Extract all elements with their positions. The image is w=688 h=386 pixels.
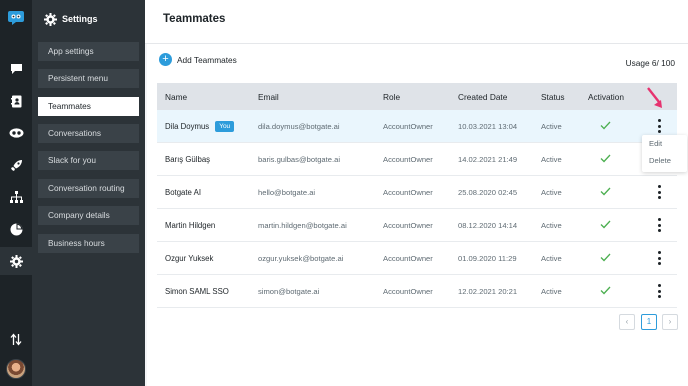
pointer-arrow-icon bbox=[647, 87, 662, 108]
check-icon bbox=[600, 121, 611, 129]
row-email: ozgur.yuksek@botgate.ai bbox=[258, 253, 344, 263]
row-created-date: 12.02.2021 20:21 bbox=[458, 286, 518, 296]
header-role: Role bbox=[383, 91, 401, 102]
header-email: Email bbox=[258, 91, 279, 102]
row-status: Active bbox=[541, 253, 562, 263]
menu-item-conversation-routing[interactable]: Conversation routing bbox=[38, 179, 139, 198]
flow-icon[interactable] bbox=[0, 183, 32, 211]
table-header: Name Email Role Created Date Status Acti… bbox=[157, 83, 677, 110]
row-role: AccountOwner bbox=[383, 253, 433, 263]
more-options-icon[interactable] bbox=[655, 119, 663, 133]
check-icon bbox=[600, 220, 611, 228]
logo-icon[interactable] bbox=[0, 4, 32, 32]
menu-item-teammates[interactable]: Teammates bbox=[38, 97, 139, 116]
edit-menu-item[interactable]: Edit bbox=[642, 135, 687, 152]
check-icon bbox=[600, 187, 611, 195]
plus-icon: + bbox=[159, 53, 172, 66]
row-email: dila.doymus@botgate.ai bbox=[258, 121, 340, 131]
row-status: Active bbox=[541, 286, 562, 296]
row-status: Active bbox=[541, 154, 562, 164]
row-role: AccountOwner bbox=[383, 121, 433, 131]
header-name: Name bbox=[165, 91, 188, 102]
row-created-date: 25.08.2020 02:45 bbox=[458, 187, 518, 197]
icon-rail bbox=[0, 0, 32, 386]
row-status: Active bbox=[541, 220, 562, 230]
row-name: Barış Gülbaş bbox=[165, 154, 211, 164]
row-created-date: 08.12.2020 14:14 bbox=[458, 220, 518, 230]
row-role: AccountOwner bbox=[383, 286, 433, 296]
menu-item-conversations[interactable]: Conversations bbox=[38, 124, 139, 143]
more-options-icon[interactable] bbox=[655, 218, 663, 232]
page-header: Teammates bbox=[145, 0, 688, 44]
table-row[interactable]: Barış Gülbaş baris.gulbas@botgate.ai Acc… bbox=[157, 143, 677, 176]
delete-menu-item[interactable]: Delete bbox=[642, 152, 687, 169]
current-page-button[interactable]: 1 bbox=[641, 314, 657, 330]
check-icon bbox=[600, 286, 611, 294]
row-created-date: 01.09.2020 11:29 bbox=[458, 253, 517, 263]
avatar[interactable] bbox=[6, 359, 26, 379]
more-options-icon[interactable] bbox=[655, 251, 663, 265]
table-row[interactable]: Martin Hildgen martin.hildgen@botgate.ai… bbox=[157, 209, 677, 242]
teammates-table: Name Email Role Created Date Status Acti… bbox=[157, 83, 677, 308]
table-row[interactable]: Ozgur Yuksek ozgur.yuksek@botgate.ai Acc… bbox=[157, 242, 677, 275]
menu-item-app-settings[interactable]: App settings bbox=[38, 42, 139, 61]
row-name: Martin Hildgen bbox=[165, 220, 216, 230]
check-icon bbox=[600, 154, 611, 162]
header-activation: Activation bbox=[588, 91, 624, 102]
gear-icon bbox=[44, 12, 57, 26]
row-name: Ozgur Yuksek bbox=[165, 253, 214, 263]
menu-item-persistent-menu[interactable]: Persistent menu bbox=[38, 69, 139, 88]
contacts-icon[interactable] bbox=[0, 87, 32, 115]
row-name: Dila Doymus bbox=[165, 121, 210, 131]
table-row[interactable]: Botgate AI hello@botgate.ai AccountOwner… bbox=[157, 176, 677, 209]
bot-icon[interactable] bbox=[0, 119, 32, 147]
row-created-date: 10.03.2021 13:04 bbox=[458, 121, 518, 131]
menu-item-business-hours[interactable]: Business hours bbox=[38, 234, 139, 253]
page-title: Teammates bbox=[163, 13, 226, 25]
row-email: hello@botgate.ai bbox=[258, 187, 316, 197]
row-email: simon@botgate.ai bbox=[258, 286, 320, 296]
row-role: AccountOwner bbox=[383, 154, 433, 164]
more-options-icon[interactable] bbox=[655, 284, 663, 298]
more-options-icon[interactable] bbox=[655, 185, 663, 199]
you-badge: You bbox=[215, 120, 235, 132]
table-row[interactable]: Simon SAML SSO simon@botgate.ai AccountO… bbox=[157, 275, 677, 308]
analytics-icon[interactable] bbox=[0, 215, 32, 243]
row-created-date: 14.02.2021 21:49 bbox=[458, 154, 518, 164]
next-page-button[interactable]: › bbox=[662, 314, 678, 330]
row-actions-menu: Edit Delete bbox=[642, 135, 687, 172]
settings-menu: Settings App settings Persistent menu Te… bbox=[32, 0, 145, 386]
check-icon bbox=[600, 253, 611, 261]
table-row[interactable]: Dila Doymus You dila.doymus@botgate.ai Ac… bbox=[157, 110, 677, 143]
chat-icon[interactable] bbox=[0, 55, 32, 83]
settings-icon[interactable] bbox=[0, 247, 32, 275]
row-role: AccountOwner bbox=[383, 187, 433, 197]
prev-page-button[interactable]: ‹ bbox=[619, 314, 635, 330]
menu-item-company-details[interactable]: Company details bbox=[38, 206, 139, 225]
row-email: martin.hildgen@botgate.ai bbox=[258, 220, 347, 230]
row-email: baris.gulbas@botgate.ai bbox=[258, 154, 341, 164]
teammates-panel: + Add Teammates Usage 6/ 100 Name Email … bbox=[147, 44, 688, 386]
row-name: Simon SAML SSO bbox=[165, 286, 229, 296]
add-teammates-label: Add Teammates bbox=[177, 54, 237, 65]
settings-title: Settings bbox=[62, 14, 98, 24]
add-teammates-button[interactable]: + Add Teammates bbox=[159, 53, 237, 66]
row-role: AccountOwner bbox=[383, 220, 433, 230]
header-created-date: Created Date bbox=[458, 91, 508, 102]
usage-counter: Usage 6/ 100 bbox=[625, 58, 675, 68]
main-content: Teammates + Add Teammates Usage 6/ 100 N… bbox=[145, 0, 688, 386]
settings-header: Settings bbox=[44, 11, 98, 27]
header-status: Status bbox=[541, 91, 565, 102]
row-status: Active bbox=[541, 187, 562, 197]
menu-item-slack[interactable]: Slack for you bbox=[38, 151, 139, 170]
rocket-icon[interactable] bbox=[0, 151, 32, 179]
sort-icon[interactable] bbox=[0, 325, 32, 353]
row-status: Active bbox=[541, 121, 562, 131]
row-name: Botgate AI bbox=[165, 187, 201, 197]
